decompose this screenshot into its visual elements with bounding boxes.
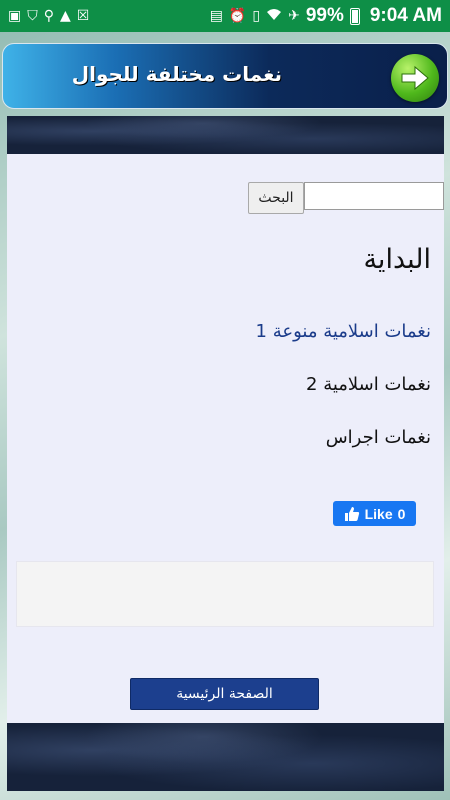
app-header: نغمات مختلفة للجوال: [2, 43, 448, 109]
like-label: Like: [364, 505, 393, 522]
airplane-icon: ✈: [288, 8, 300, 24]
status-notifications: ▣ ⛉ ⚲ ▲ ☒: [8, 8, 89, 24]
status-time: 9:04 AM: [369, 5, 442, 26]
thumbs-up-icon: [344, 506, 359, 521]
status-system: ▤ ⏰ ▯ ✈ 99% 9:04 AM: [210, 5, 442, 27]
gallery-icon: ▣: [8, 8, 22, 24]
arrow-right-icon: [401, 65, 429, 91]
vibrate-icon: ▯: [252, 8, 261, 24]
alarm-icon: ⏰: [228, 8, 247, 24]
menu-item-islamic-2[interactable]: نغمات اسلامية 2: [306, 374, 431, 395]
ad-placeholder: [16, 561, 434, 627]
search-input[interactable]: [304, 182, 444, 210]
search-button[interactable]: البحث: [248, 182, 304, 214]
battery-percent: 99%: [305, 5, 344, 26]
clipboard-icon: ▤: [209, 8, 223, 24]
app-title: نغمات مختلفة للجوال: [71, 62, 282, 86]
close-icon: ☒: [76, 8, 90, 24]
wifi-icon: [266, 7, 282, 25]
footer-texture: [7, 723, 444, 791]
forward-arrow-button[interactable]: [391, 54, 439, 102]
main-content: البحث البداية نغمات اسلامية منوعة 1 نغما…: [7, 154, 444, 723]
menu-item-islamic-mixed-1[interactable]: نغمات اسلامية منوعة 1: [256, 321, 431, 342]
shield-icon: ⛉: [27, 8, 38, 24]
search-bar: البحث: [248, 182, 444, 214]
page-title: البداية: [363, 244, 431, 275]
like-count: 0: [397, 505, 406, 522]
search-icon: ⚲: [43, 8, 54, 24]
warning-icon: ▲: [60, 8, 71, 24]
battery-icon: [349, 7, 360, 25]
header-texture: [7, 116, 444, 154]
menu-item-bells[interactable]: نغمات اجراس: [326, 427, 431, 448]
status-bar: ▣ ⛉ ⚲ ▲ ☒ ▤ ⏰ ▯ ✈ 99% 9:04 AM: [0, 0, 450, 32]
home-page-button[interactable]: الصفحة الرئيسية: [130, 678, 319, 710]
facebook-like-button[interactable]: Like 0: [333, 501, 416, 526]
